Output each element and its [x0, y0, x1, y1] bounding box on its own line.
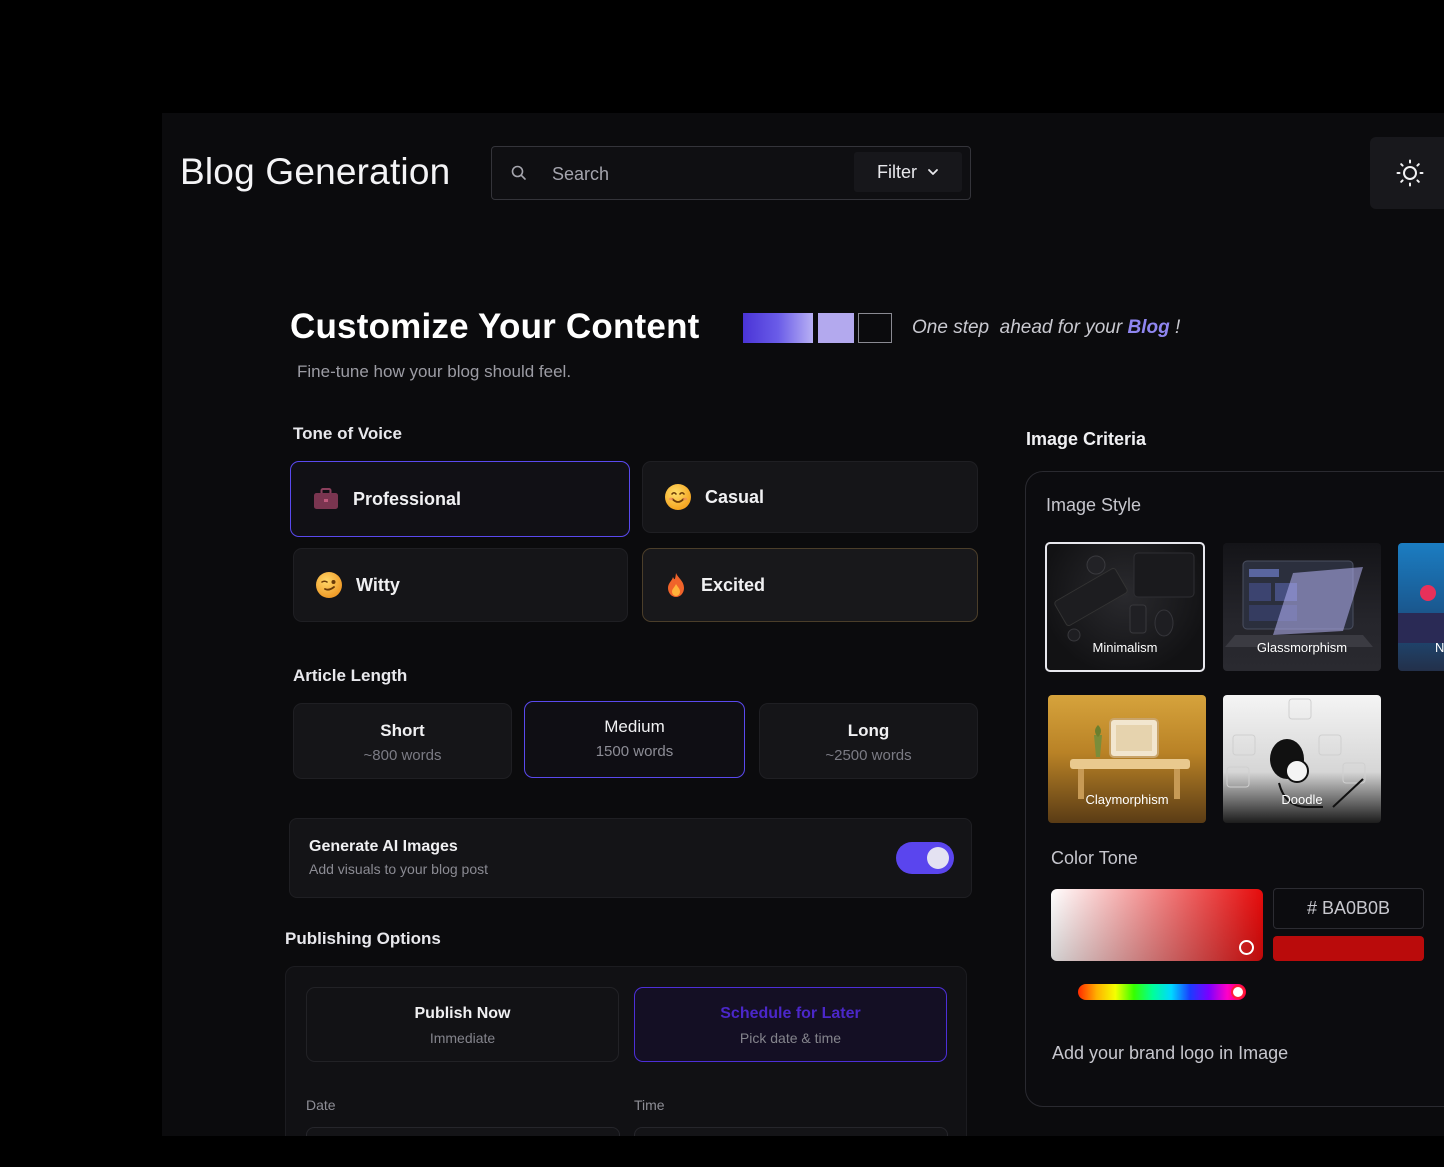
search-icon: [511, 165, 526, 180]
style-name: Glassmorphism: [1256, 640, 1348, 655]
brand-logo-label[interactable]: Add your brand logo in Image: [1052, 1043, 1288, 1064]
sun-icon: [1396, 159, 1424, 187]
style-name: Claymorphism: [1085, 792, 1169, 807]
style-option-glassmorphism[interactable]: Glassmorphism: [1223, 543, 1381, 671]
date-input[interactable]: [306, 1127, 620, 1136]
length-option-short[interactable]: Short ~800 words: [293, 703, 512, 779]
image-style-label: Image Style: [1046, 495, 1142, 515]
image-criteria-panel: Image Style Minimalism Glassmorphism N C…: [1025, 471, 1444, 1107]
fire-icon: [668, 573, 684, 597]
hex-color-input[interactable]: # BA0B0B: [1273, 888, 1424, 929]
ai-images-card: Generate AI Images Add visuals to your b…: [289, 818, 972, 898]
length-title: Medium: [604, 717, 665, 736]
publish-sub: Pick date & time: [739, 1030, 842, 1046]
length-section-label: Article Length: [293, 666, 408, 685]
time-input[interactable]: [634, 1127, 948, 1136]
color-preview-swatch: [1273, 936, 1424, 961]
hue-slider-handle[interactable]: [1231, 985, 1245, 999]
content-subtitle: Fine-tune how your blog should feel.: [297, 362, 572, 381]
tone-option-casual[interactable]: Casual: [642, 461, 978, 533]
gradient-swatch: [743, 313, 813, 343]
tagline: One step ahead for your Blog !: [912, 317, 1181, 338]
page-title: Blog Generation: [180, 151, 451, 192]
filter-button[interactable]: Filter: [854, 152, 962, 192]
length-option-long[interactable]: Long ~2500 words: [759, 703, 978, 779]
tone-option-witty[interactable]: Witty: [293, 548, 628, 622]
ai-images-toggle[interactable]: [896, 842, 954, 874]
smiling-face-icon: [665, 484, 691, 510]
length-option-medium[interactable]: Medium 1500 words: [524, 701, 745, 778]
style-name: N: [1435, 640, 1444, 655]
length-sub: ~800 words: [363, 747, 442, 764]
app-window: Blog Generation Filter Customize Your Co…: [162, 113, 1444, 1136]
search-bar: Filter: [491, 146, 971, 201]
tone-label: Excited: [701, 574, 766, 595]
length-title: Short: [380, 721, 425, 740]
publishing-panel: Publish Now Immediate Schedule for Later…: [285, 966, 967, 1136]
style-name: Doodle: [1281, 792, 1323, 807]
ai-images-title: Generate AI Images: [309, 838, 458, 855]
publish-title: Publish Now: [414, 1005, 511, 1022]
style-option-claymorphism[interactable]: Claymorphism: [1048, 695, 1206, 823]
color-tone-label: Color Tone: [1051, 848, 1138, 868]
schedule-later-option[interactable]: Schedule for Later Pick date & time: [634, 987, 947, 1062]
tone-option-excited[interactable]: Excited: [642, 548, 978, 622]
tone-option-professional[interactable]: Professional: [290, 461, 630, 537]
length-sub: 1500 words: [595, 743, 674, 760]
theme-toggle-button[interactable]: [1370, 137, 1444, 209]
style-option-doodle[interactable]: Doodle: [1223, 695, 1381, 823]
toggle-knob: [927, 847, 949, 869]
length-sub: ~2500 words: [825, 747, 912, 764]
briefcase-icon: [314, 488, 338, 509]
publishing-section-label: Publishing Options: [285, 929, 441, 948]
chevron-down-icon: [928, 169, 938, 175]
ai-images-subtitle: Add visuals to your blog post: [309, 861, 488, 877]
hue-slider[interactable]: [1078, 984, 1246, 1000]
smirking-face-icon: [316, 572, 342, 598]
date-label: Date: [306, 1097, 336, 1113]
style-option-neon[interactable]: N: [1398, 543, 1444, 671]
tone-label: Witty: [356, 574, 400, 595]
image-criteria-title: Image Criteria: [1026, 429, 1147, 449]
tone-label: Casual: [705, 486, 765, 507]
content-headline: Customize Your Content: [290, 307, 700, 346]
dark-swatch: [858, 313, 892, 343]
search-input[interactable]: [550, 147, 854, 201]
color-picker-handle[interactable]: [1239, 940, 1254, 955]
lavender-swatch: [818, 313, 854, 343]
publish-sub: Immediate: [429, 1030, 496, 1046]
publish-now-option[interactable]: Publish Now Immediate: [306, 987, 619, 1062]
tagline-highlight: Blog: [1127, 317, 1170, 338]
tone-label: Professional: [353, 488, 462, 509]
style-option-minimalism[interactable]: Minimalism: [1045, 542, 1205, 672]
color-saturation-picker[interactable]: [1051, 889, 1263, 961]
tone-section-label: Tone of Voice: [293, 424, 402, 443]
publish-title: Schedule for Later: [720, 1005, 861, 1022]
style-name: Minimalism: [1092, 640, 1158, 655]
length-title: Long: [847, 721, 890, 740]
time-label: Time: [634, 1097, 665, 1113]
filter-label: Filter: [877, 161, 917, 182]
hex-value: # BA0B0B: [1306, 898, 1391, 918]
